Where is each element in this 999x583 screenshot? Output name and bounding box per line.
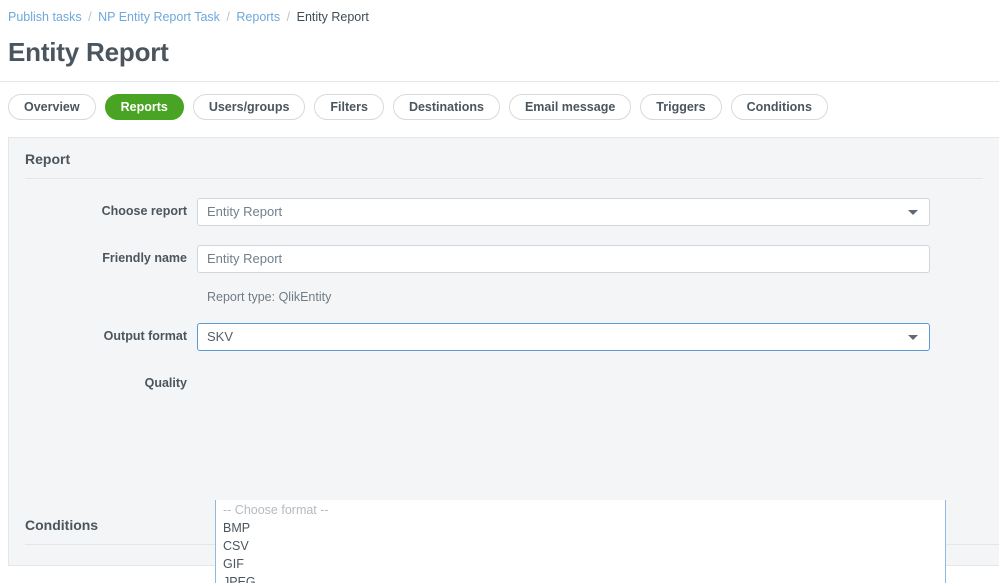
output-format-select[interactable]: SKV [197,323,930,351]
report-section-divider [25,178,983,179]
dropdown-option-gif[interactable]: GIF [216,555,945,573]
output-format-dropdown-list[interactable]: -- Choose format -- BMP CSV GIF JPEG PDF… [215,500,946,583]
dropdown-option-bmp[interactable]: BMP [216,519,945,537]
breadcrumb-item-reports[interactable]: Reports [236,10,280,24]
dropdown-option-jpeg[interactable]: JPEG [216,573,945,583]
report-section-heading: Report [25,151,71,167]
output-format-label: Output format [103,329,187,343]
quality-row: Quality [9,370,999,390]
report-card: Report Choose report Entity Report Frien… [8,137,999,583]
tab-users-groups[interactable]: Users/groups [192,94,306,120]
breadcrumb-separator: / [286,10,291,24]
friendly-name-label: Friendly name [102,251,187,265]
breadcrumb-separator: / [226,10,230,24]
tab-conditions[interactable]: Conditions [730,94,828,120]
quality-label: Quality [144,376,187,390]
tab-triggers[interactable]: Triggers [640,94,722,120]
friendly-name-field: Entity Report [197,245,930,273]
tab-email-message[interactable]: Email message [508,94,632,120]
page-title: Entity Report [8,37,169,67]
choose-report-row: Choose report Entity Report [9,198,999,226]
breadcrumb-item-publish-tasks[interactable]: Publish tasks [8,10,82,24]
dropdown-option-choose-format[interactable]: -- Choose format -- [216,501,945,519]
tab-bar: Overview Reports Users/groups Filters De… [0,82,999,120]
tab-reports[interactable]: Reports [104,94,184,120]
report-type-note: Report type: QlikEntity [207,290,332,304]
choose-report-label: Choose report [101,204,187,218]
friendly-name-input[interactable]: Entity Report [197,245,930,273]
tab-destinations[interactable]: Destinations [392,94,500,120]
breadcrumb-item-entity-report: Entity Report [296,10,369,24]
dropdown-option-csv[interactable]: CSV [216,537,945,555]
breadcrumb-item-np-entity-report-task[interactable]: NP Entity Report Task [98,10,220,24]
output-format-row: Output format SKV [9,323,999,351]
choose-report-field: Entity Report [197,198,930,226]
tab-filters[interactable]: Filters [314,94,384,120]
tab-overview[interactable]: Overview [8,94,96,120]
breadcrumb-separator: / [88,10,92,24]
conditions-section-heading: Conditions [25,517,99,533]
output-format-field: SKV [197,323,930,351]
choose-report-select[interactable]: Entity Report [197,198,930,226]
friendly-name-row: Friendly name Entity Report [9,245,999,273]
breadcrumb: Publish tasks / NP Entity Report Task / … [0,0,999,25]
